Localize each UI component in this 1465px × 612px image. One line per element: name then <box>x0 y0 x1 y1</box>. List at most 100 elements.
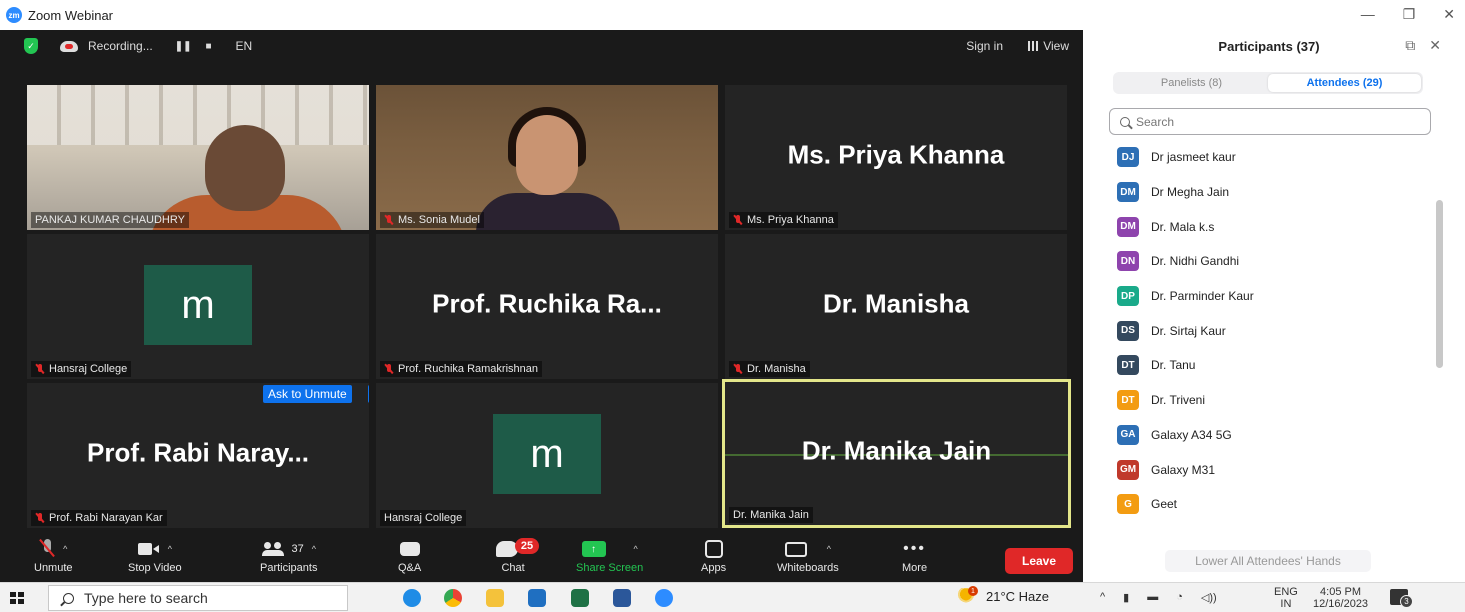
video-tile-pankaj[interactable]: PANKAJ KUMAR CHAUDHRY <box>27 85 369 230</box>
attendee-row[interactable]: DS Dr. Sirtaj Kaur <box>1117 313 1427 348</box>
taskbar-search-box[interactable]: Type here to search <box>48 585 348 611</box>
clock-date: 12/16/2023 <box>1313 598 1369 610</box>
leave-button[interactable]: Leave <box>1005 548 1073 574</box>
whiteboards-button[interactable]: ^ Whiteboards <box>777 536 839 574</box>
pop-out-icon[interactable]: ⧉ <box>1405 37 1415 54</box>
wifi-icon[interactable]: ◔ <box>1176 591 1183 604</box>
attendee-row[interactable]: DT Dr. Tanu <box>1117 348 1427 383</box>
tab-panelists[interactable]: Panelists (8) <box>1115 74 1268 92</box>
whiteboard-options-chevron-icon[interactable]: ^ <box>827 544 831 554</box>
muted-mic-icon <box>733 215 743 225</box>
view-button[interactable]: View <box>1028 39 1069 53</box>
attendee-row[interactable]: DN Dr. Nidhi Gandhi <box>1117 244 1427 279</box>
attendee-row[interactable]: DT Dr. Triveni <box>1117 383 1427 418</box>
taskbar-clock[interactable]: 4:05 PM 12/16/2023 <box>1313 586 1368 610</box>
attendee-name: Galaxy M31 <box>1151 462 1216 477</box>
attendee-avatar: DM <box>1117 182 1139 203</box>
apps-button[interactable]: Apps <box>701 536 726 574</box>
input-language-indicator[interactable]: ENG IN <box>1274 586 1298 610</box>
qa-button[interactable]: Q&A <box>398 536 421 574</box>
tab-attendees[interactable]: Attendees (29) <box>1268 74 1421 92</box>
participants-panel: Participants (37) ⧉ ✕ Panelists (8) Atte… <box>1083 30 1465 582</box>
zoom-taskbar-icon[interactable] <box>655 589 673 607</box>
show-hidden-icons-chevron-icon[interactable]: ^ <box>1100 591 1105 604</box>
muted-mic-icon <box>35 513 45 523</box>
video-tile-hansraj-2[interactable]: m Hansraj College <box>376 383 718 528</box>
video-options-chevron-icon[interactable]: ^ <box>168 544 172 554</box>
windows-start-icon[interactable] <box>10 592 24 604</box>
pause-recording-button[interactable]: ❚❚ <box>175 41 192 52</box>
share-screen-button[interactable]: ↑ ^ Share Screen <box>576 536 643 574</box>
zoom-logo-icon: zm <box>6 7 22 23</box>
attendee-avatar: GA <box>1117 424 1139 445</box>
video-tile-ruchika[interactable]: Prof. Ruchika Ra... Prof. Ruchika Ramakr… <box>376 234 718 379</box>
restore-icon[interactable]: ❐ <box>1403 6 1416 23</box>
video-tile-priya[interactable]: Ms. Priya Khanna Ms. Priya Khanna <box>725 85 1067 230</box>
participant-name: Ms. Priya Khanna <box>747 214 834 226</box>
recording-indicator: Recording... ❚❚ ■ <box>60 35 212 57</box>
volume-icon[interactable]: ◁)) <box>1201 591 1217 604</box>
participants-search[interactable] <box>1109 108 1431 135</box>
weather-widget[interactable]: 1 21°C Haze <box>958 586 1050 604</box>
ask-to-unmute-button[interactable]: Ask to Unmute <box>263 385 352 403</box>
attendee-row[interactable]: DJ Dr jasmeet kaur <box>1117 140 1427 175</box>
usb-device-icon[interactable]: ▮ <box>1123 591 1129 604</box>
attendee-list-scrollbar[interactable] <box>1435 138 1443 536</box>
attendee-row[interactable]: DM Dr. Mala k.s <box>1117 209 1427 244</box>
whiteboard-icon <box>784 541 807 557</box>
muted-mic-icon <box>384 215 394 225</box>
share-options-chevron-icon[interactable]: ^ <box>634 544 638 554</box>
video-tile-hansraj-1[interactable]: m Hansraj College <box>27 234 369 379</box>
attendee-avatar: G <box>1117 494 1139 515</box>
attendee-row[interactable]: GM Galaxy M31 <box>1117 452 1427 487</box>
word-icon[interactable] <box>613 589 631 607</box>
minimize-icon[interactable]: — <box>1361 6 1375 23</box>
stop-video-button[interactable]: ^ Stop Video <box>128 536 182 574</box>
participant-avatar: m <box>144 265 252 345</box>
close-icon[interactable]: ✕ <box>1443 6 1455 23</box>
stop-recording-button[interactable]: ■ <box>205 41 211 52</box>
attendee-row[interactable]: DM Dr Megha Jain <box>1117 175 1427 210</box>
recording-label: Recording... <box>88 39 153 53</box>
video-tile-rabi[interactable]: Ask to Unmute ··· Prof. Rabi Naray... Pr… <box>27 383 369 528</box>
video-tile-sonia[interactable]: Ms. Sonia Mudel <box>376 85 718 230</box>
file-explorer-icon[interactable] <box>486 589 504 607</box>
participants-tabs: Panelists (8) Attendees (29) <box>1113 72 1423 94</box>
participants-options-chevron-icon[interactable]: ^ <box>312 544 316 554</box>
video-tile-manisha[interactable]: Dr. Manisha Dr. Manisha <box>725 234 1067 379</box>
audio-options-chevron-icon[interactable]: ^ <box>63 544 67 554</box>
share-screen-label: Share Screen <box>576 562 644 574</box>
participant-name: Hansraj College <box>49 363 128 375</box>
battery-icon[interactable]: ▬ <box>1147 591 1158 604</box>
mail-icon[interactable] <box>528 589 546 607</box>
attendee-name: Galaxy A34 5G <box>1151 427 1232 442</box>
chrome-browser-icon[interactable] <box>444 589 462 607</box>
more-button[interactable]: ••• More <box>902 536 927 575</box>
weather-text: 21°C Haze <box>986 588 1050 604</box>
sign-in-link[interactable]: Sign in <box>966 39 1003 53</box>
participant-name-tag: Hansraj College <box>31 361 132 377</box>
attendee-row[interactable]: DP Dr. Parminder Kaur <box>1117 279 1427 314</box>
qa-icon <box>399 542 420 556</box>
whiteboards-label: Whiteboards <box>777 562 839 574</box>
unmute-button[interactable]: ^ Unmute <box>34 536 73 574</box>
participant-display-name: Ms. Priya Khanna <box>787 138 1005 169</box>
edge-browser-icon[interactable] <box>403 589 421 607</box>
video-tile-manika-active-speaker[interactable]: Dr. Manika Jain Dr. Manika Jain <box>722 379 1071 528</box>
security-shield-icon[interactable]: ✓ <box>24 38 38 54</box>
attendee-name: Dr. Nidhi Gandhi <box>1151 254 1240 269</box>
attendee-row[interactable]: GA Galaxy A34 5G <box>1117 418 1427 453</box>
attendee-avatar: DN <box>1117 251 1139 272</box>
participant-name-tag: Dr. Manika Jain <box>729 507 813 523</box>
participants-button[interactable]: 37 ^ Participants <box>260 536 317 574</box>
attendee-avatar: GM <box>1117 459 1139 480</box>
participants-search-input[interactable] <box>1136 114 1416 129</box>
participants-label: Participants <box>260 562 318 574</box>
tile-more-options-button[interactable]: ··· <box>368 385 369 403</box>
language-interpretation-button[interactable]: EN <box>236 39 253 53</box>
excel-icon[interactable] <box>571 589 589 607</box>
close-panel-icon[interactable]: ✕ <box>1429 37 1441 54</box>
scrollbar-thumb[interactable] <box>1436 200 1443 368</box>
attendee-row[interactable]: G Geet <box>1117 487 1427 522</box>
lower-all-hands-button[interactable]: Lower All Attendees' Hands <box>1165 550 1371 572</box>
